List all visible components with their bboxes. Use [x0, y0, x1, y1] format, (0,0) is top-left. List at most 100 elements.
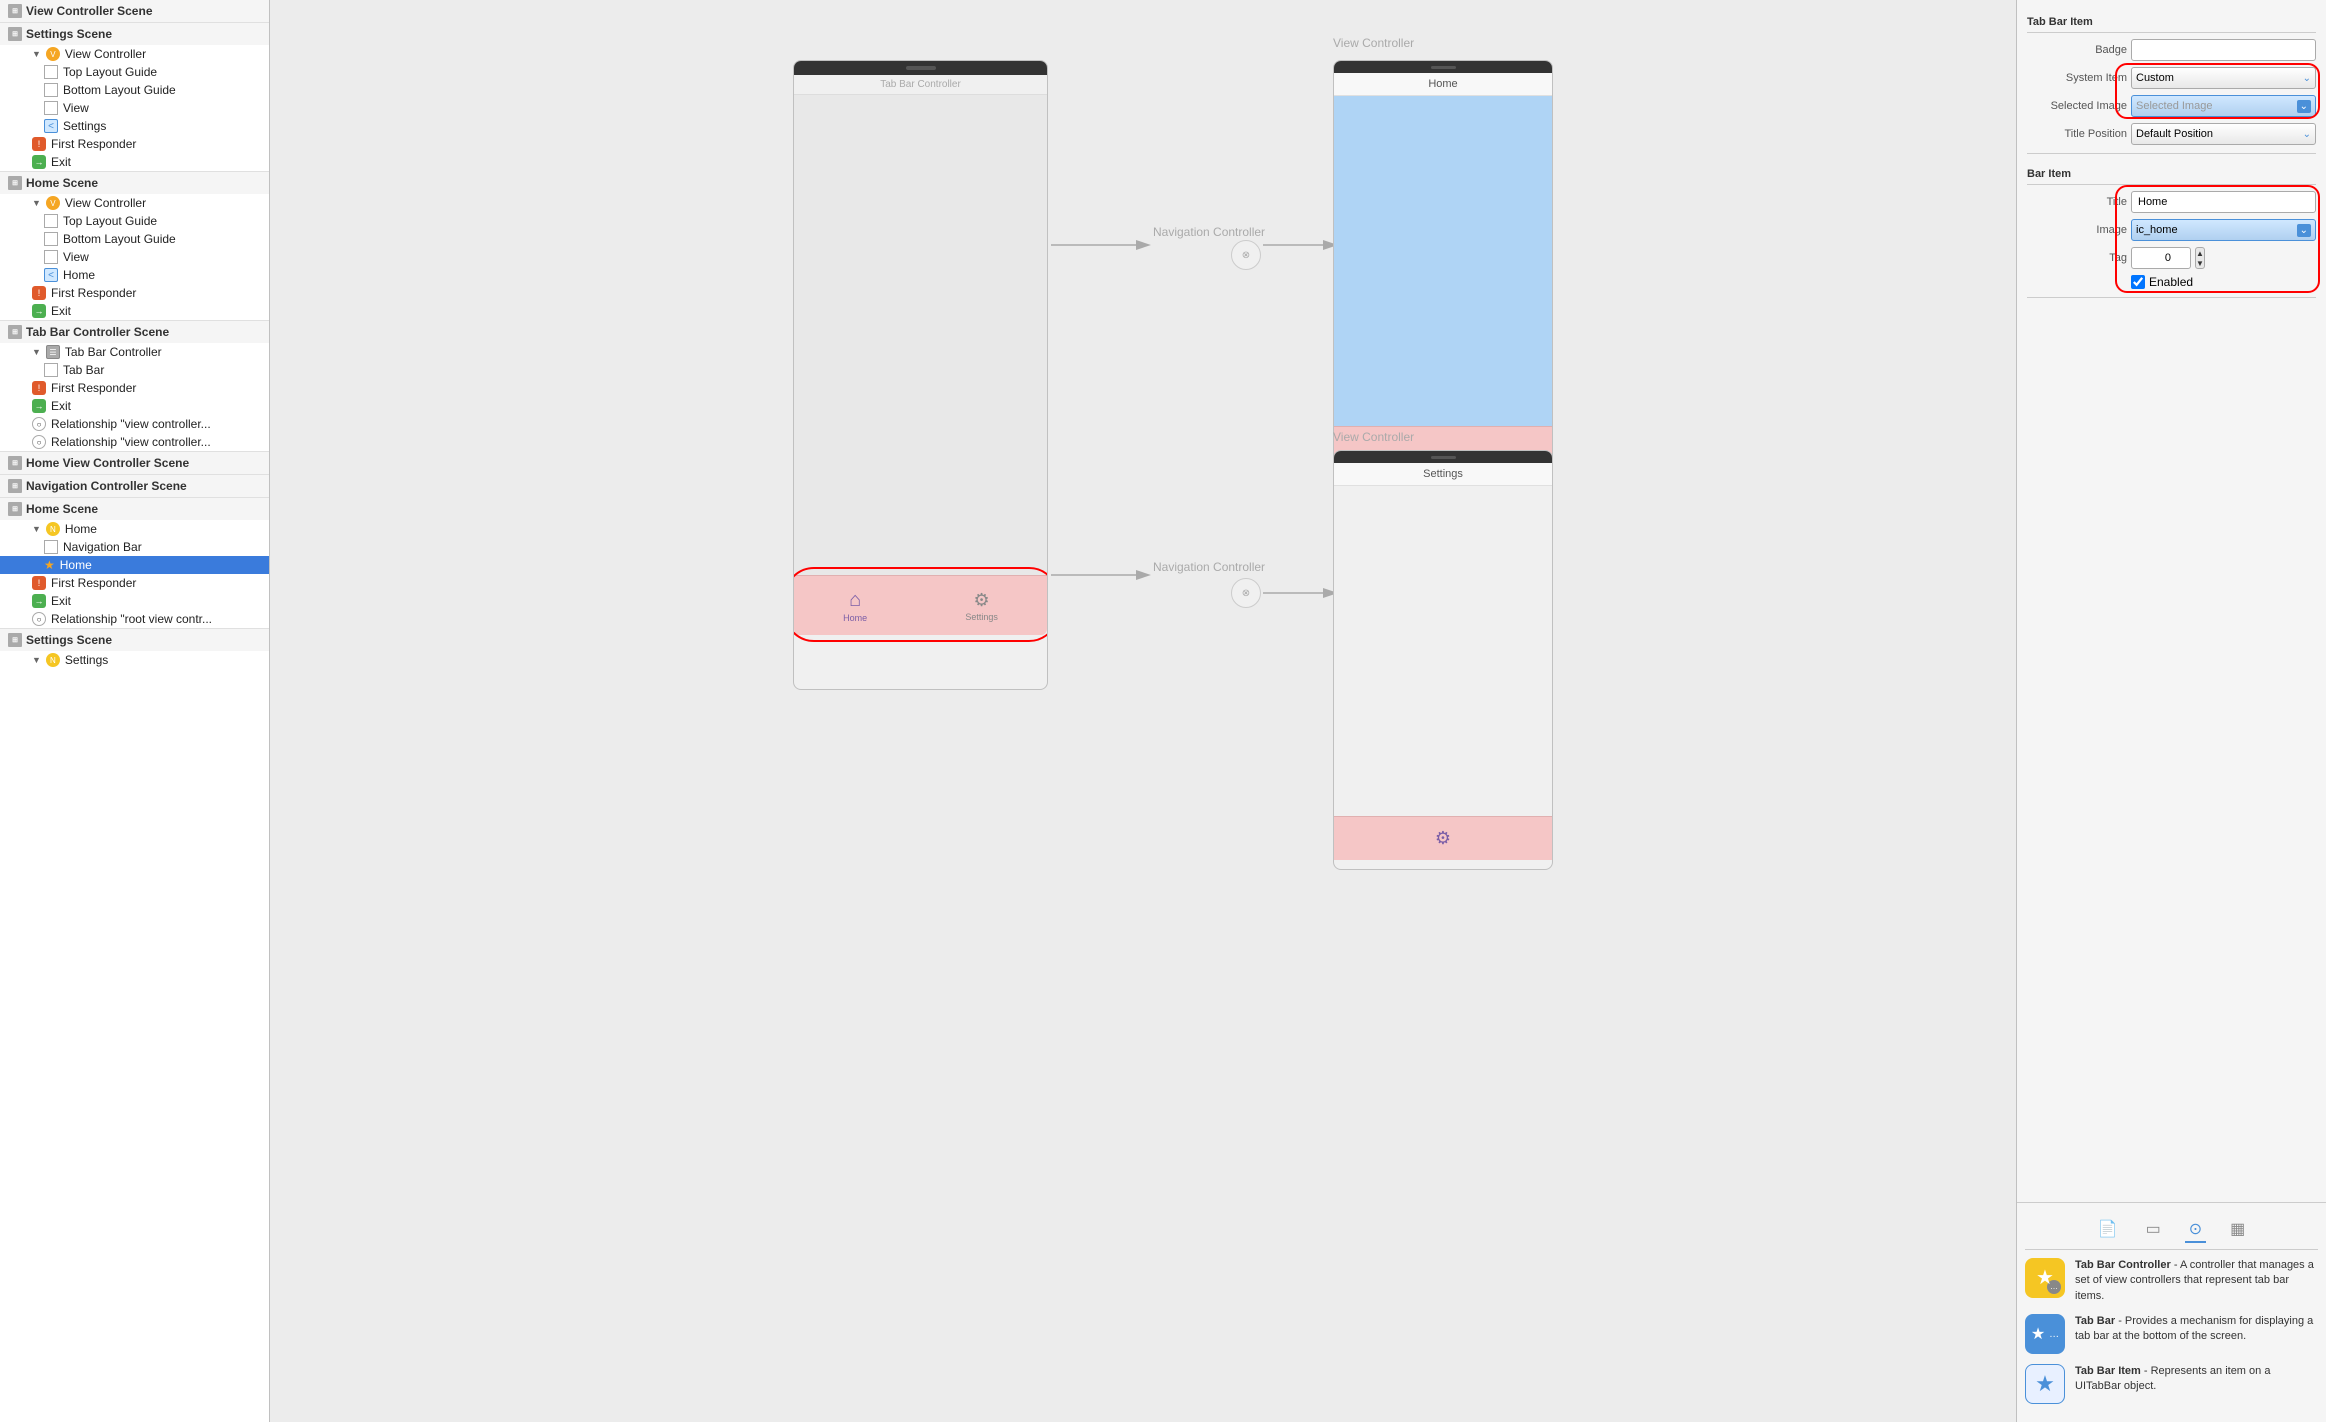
badge-input[interactable]	[2138, 44, 2309, 56]
selected-image-row: Selected Image Selected Image ⌄	[2027, 95, 2316, 117]
scene-settings2[interactable]: ⊞ Settings Scene	[0, 628, 269, 651]
selected-image-select[interactable]: Selected Image ⌄	[2131, 95, 2316, 117]
tab-view-icon[interactable]: ▭	[2142, 1217, 2165, 1243]
icon-nav: <	[44, 119, 58, 133]
tab-circle-icon[interactable]: ⊙	[2185, 1217, 2206, 1243]
scene-icon: ⊞	[8, 456, 22, 470]
icon-exit: →	[32, 155, 46, 169]
tab-bar-mock[interactable]: ⌂ Home ⚙ Settings	[794, 575, 1047, 635]
tree-rel-root[interactable]: ○ Relationship "root view contr...	[0, 610, 269, 628]
tree-first-responder-home[interactable]: ! First Responder	[0, 284, 269, 302]
icon-first-responder: !	[32, 286, 46, 300]
tree-exit-settings[interactable]: → Exit	[0, 153, 269, 171]
left-panel: ⊞ View Controller Scene ⊞ Settings Scene…	[0, 0, 270, 1422]
icon-view-controller: V	[46, 196, 60, 210]
image-select[interactable]: ic_home ⌄	[2131, 219, 2316, 241]
scene-view-controller[interactable]: ⊞ View Controller Scene	[0, 0, 269, 22]
scene-icon: ⊞	[8, 633, 22, 647]
info-tab-bar-controller: ★ … Tab Bar Controller - A controller th…	[2025, 1258, 2318, 1304]
icon-nav: <	[44, 268, 58, 282]
tag-input[interactable]	[2131, 247, 2191, 269]
title-position-select[interactable]: Default Position ⌄	[2131, 123, 2316, 145]
scene-home[interactable]: ⊞ Home Scene	[0, 171, 269, 194]
chevron-down-icon: ⌄	[2297, 224, 2311, 237]
tree-settings-nav[interactable]: < Settings	[0, 117, 269, 135]
scene-icon: ⊞	[8, 325, 22, 339]
scene-home2[interactable]: ⊞ Home Scene	[0, 497, 269, 520]
tree-exit-home[interactable]: → Exit	[0, 302, 269, 320]
icon-home-nav: N	[46, 522, 60, 536]
tree-bottom-layout-guide-settings[interactable]: Bottom Layout Guide	[0, 81, 269, 99]
scene-tab-bar-controller[interactable]: ⊞ Tab Bar Controller Scene	[0, 320, 269, 343]
tree-view-controller-settings[interactable]: ▼ V View Controller	[0, 45, 269, 63]
tree-tab-bar-controller[interactable]: ▼ ☰ Tab Bar Controller	[0, 343, 269, 361]
right-panel: Tab Bar Item Badge System Item Custom ⌄ …	[2016, 0, 2326, 1422]
info-text-tab-bar-ctrl: Tab Bar Controller - A controller that m…	[2075, 1258, 2318, 1304]
info-icon-tab-bar-item: ★	[2025, 1364, 2065, 1404]
tree-settings2[interactable]: ▼ N Settings	[0, 651, 269, 669]
icon-first-responder: !	[32, 576, 46, 590]
tree-first-responder-settings[interactable]: ! First Responder	[0, 135, 269, 153]
tree-exit-home2[interactable]: → Exit	[0, 592, 269, 610]
arrow-to-nav1	[1051, 230, 1151, 260]
tree-first-responder-home2[interactable]: ! First Responder	[0, 574, 269, 592]
scene-nav-ctrl[interactable]: ⊞ Navigation Controller Scene	[0, 474, 269, 497]
icon-exit: →	[32, 399, 46, 413]
tree-view-settings[interactable]: View	[0, 99, 269, 117]
title-field[interactable]: Home	[2131, 191, 2316, 213]
badge-field[interactable]	[2131, 39, 2316, 61]
stepper-up-button[interactable]: ▲	[2196, 248, 2204, 258]
title-position-label: Title Position	[2027, 128, 2127, 140]
tree-home-nav[interactable]: < Home	[0, 266, 269, 284]
icon-tab-bar-ctrl: ☰	[46, 345, 60, 359]
scene-icon: ⊞	[8, 27, 22, 41]
icon-view	[44, 101, 58, 115]
icon-exit: →	[32, 594, 46, 608]
tree-home-item[interactable]: ★ Home	[0, 556, 269, 574]
icon-view-controller: V	[46, 47, 60, 61]
tab-home[interactable]: ⌂ Home	[843, 589, 867, 623]
tag-row: Tag ▲ ▼	[2027, 247, 2316, 269]
tree-exit-tab[interactable]: → Exit	[0, 397, 269, 415]
tree-rel1[interactable]: ○ Relationship "view controller...	[0, 415, 269, 433]
chevron-down-icon: ⌄	[2303, 129, 2311, 140]
scene-home-vc[interactable]: ⊞ Home View Controller Scene	[0, 451, 269, 474]
tree-top-layout-guide-settings[interactable]: Top Layout Guide	[0, 63, 269, 81]
icon-first-responder: !	[32, 381, 46, 395]
info-icon-tab-bar: ★ …	[2025, 1314, 2065, 1354]
icon-star: ★	[44, 558, 55, 572]
tree-bottom-layout-guide-home[interactable]: Bottom Layout Guide	[0, 230, 269, 248]
icon-settings-nav: N	[46, 653, 60, 667]
icon-view	[44, 250, 58, 264]
image-row: Image ic_home ⌄	[2027, 219, 2316, 241]
tree-home2[interactable]: ▼ N Home	[0, 520, 269, 538]
section-tab-bar-item: Tab Bar Item	[2027, 10, 2316, 33]
enabled-checkbox[interactable]	[2131, 275, 2145, 289]
tree-view-controller-home[interactable]: ▼ V View Controller	[0, 194, 269, 212]
scene-settings[interactable]: ⊞ Settings Scene	[0, 22, 269, 45]
tree-view-home[interactable]: View	[0, 248, 269, 266]
iphone-settings: Settings ⚙	[1333, 450, 1553, 870]
title-position-row: Title Position Default Position ⌄	[2027, 123, 2316, 145]
scene-icon: ⊞	[8, 502, 22, 516]
icon-layout	[44, 83, 58, 97]
tree-tab-bar[interactable]: Tab Bar	[0, 361, 269, 379]
tab-doc-icon[interactable]: 📄	[2094, 1217, 2122, 1243]
scene-icon: ⊞	[8, 176, 22, 190]
badge-label: Badge	[2027, 44, 2127, 56]
selected-image-label: Selected Image	[2027, 100, 2127, 112]
tab-settings[interactable]: ⚙ Settings	[965, 590, 998, 622]
tree-rel2[interactable]: ○ Relationship "view controller...	[0, 433, 269, 451]
chevron-down-icon: ⌄	[2303, 73, 2311, 84]
tab-table-icon[interactable]: ▦	[2226, 1217, 2249, 1243]
system-item-row: System Item Custom ⌄	[2027, 67, 2316, 89]
tree-first-responder-tab[interactable]: ! First Responder	[0, 379, 269, 397]
tree-nav-bar[interactable]: Navigation Bar	[0, 538, 269, 556]
title-row: Title Home	[2027, 191, 2316, 213]
stepper-down-button[interactable]: ▼	[2196, 258, 2204, 268]
tag-stepper[interactable]: ▲ ▼	[2195, 247, 2205, 269]
tree-top-layout-guide-home[interactable]: Top Layout Guide	[0, 212, 269, 230]
system-item-select[interactable]: Custom ⌄	[2131, 67, 2316, 89]
iphone-tab-bar-ctrl: Tab Bar Controller ⌂ Home ⚙ Settings	[793, 60, 1048, 690]
system-item-container: System Item Custom ⌄ Selected Image Sele…	[2027, 67, 2316, 117]
